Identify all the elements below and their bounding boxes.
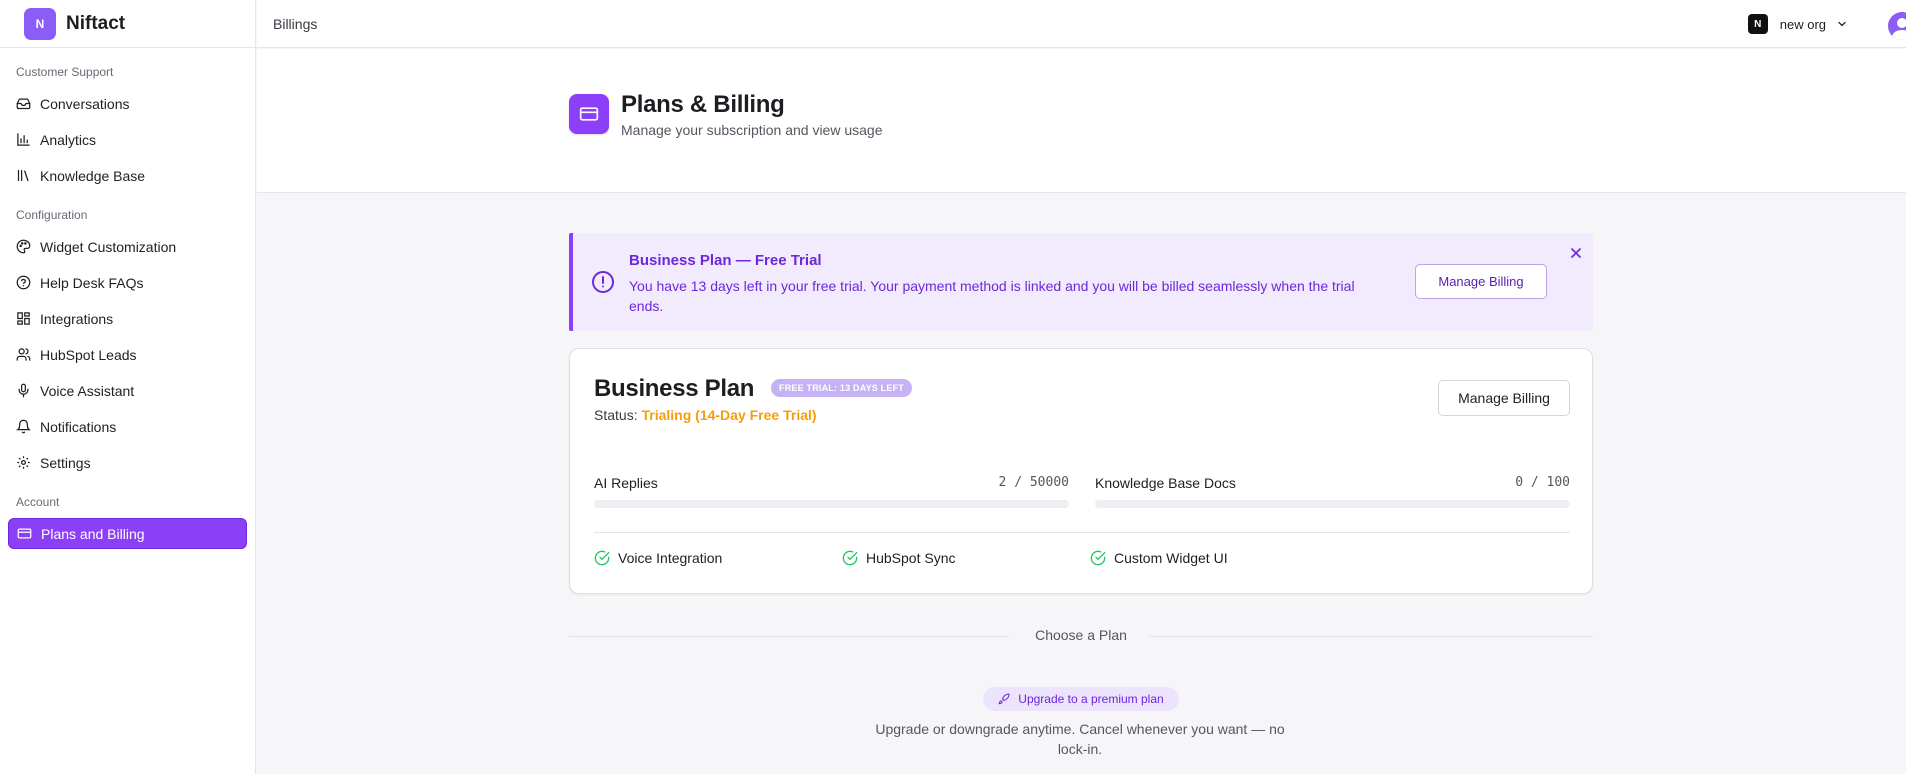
sidebar-item-knowledge-base[interactable]: Knowledge Base [8, 160, 247, 191]
check-circle-icon [842, 550, 858, 566]
page-subtitle: Manage your subscription and view usage [621, 122, 883, 138]
sidebar-item-label: Conversations [40, 95, 130, 112]
usage-count: 2 / 50000 [998, 475, 1069, 490]
users-icon [16, 347, 31, 362]
page-header: Plans & Billing Manage your subscription… [257, 49, 1906, 193]
sidebar-item-voice-assistant[interactable]: Voice Assistant [8, 375, 247, 406]
usage-progress-bar [1095, 500, 1570, 508]
gear-icon [16, 455, 31, 470]
manage-billing-button[interactable]: Manage Billing [1438, 380, 1570, 416]
sidebar-item-label: Widget Customization [40, 238, 177, 255]
plan-card: Business Plan FREE TRIAL: 13 DAYS LEFT S… [569, 348, 1593, 594]
credit-card-icon [17, 526, 32, 541]
upgrade-badge-label: Upgrade to a premium plan [1018, 692, 1164, 706]
sidebar-item-label: HubSpot Leads [40, 346, 137, 363]
app-name: Niftact [66, 12, 126, 34]
palette-icon [16, 239, 31, 254]
divider-line [1149, 636, 1593, 637]
bar-chart-icon [16, 132, 31, 147]
grid-icon [16, 311, 31, 326]
upgrade-description: Upgrade or downgrade anytime. Cancel whe… [875, 721, 1285, 757]
status-value: Trialing (14-Day Free Trial) [641, 407, 817, 423]
status-label: Status: [594, 407, 638, 423]
sidebar-item-label: Notifications [40, 418, 117, 435]
usage-ai-replies: AI Replies 2 / 50000 [594, 475, 1069, 508]
org-switcher[interactable]: N new org [1747, 14, 1848, 34]
feature-hubspot-sync: HubSpot Sync [842, 550, 956, 566]
status-badge: FREE TRIAL: 13 DAYS LEFT [771, 379, 912, 397]
page-title: Plans & Billing [621, 91, 785, 118]
manage-billing-button[interactable]: Manage Billing [1415, 264, 1547, 299]
choose-plan-divider: Choose a Plan [569, 627, 1593, 644]
sidebar-item-label: Help Desk FAQs [40, 274, 144, 291]
divider [594, 532, 1570, 533]
sidebar-item-notifications[interactable]: Notifications [8, 411, 247, 442]
sidebar-item-analytics[interactable]: Analytics [8, 124, 247, 155]
alert-circle-icon [592, 271, 614, 293]
help-circle-icon [16, 275, 31, 290]
breadcrumb: Billings [273, 15, 318, 32]
feature-voice-integration: Voice Integration [594, 550, 722, 566]
sidebar-item-label: Knowledge Base [40, 167, 146, 184]
feature-label: Voice Integration [618, 550, 723, 566]
plan-name: Business Plan [594, 375, 755, 402]
sidebar-item-widget-customization[interactable]: Widget Customization [8, 231, 247, 262]
feature-label: Custom Widget UI [1114, 550, 1228, 566]
plan-status: Status: Trialing (14-Day Free Trial) [594, 407, 817, 423]
brand[interactable]: N Niftact [0, 0, 255, 48]
credit-card-icon [569, 94, 609, 134]
rocket-icon [999, 693, 1010, 705]
banner-title: Business Plan — Free Trial [629, 252, 822, 269]
usage-progress-bar [594, 500, 1069, 508]
topbar: Billings N new org [257, 0, 1906, 48]
usage-label: Knowledge Base Docs [1095, 475, 1236, 491]
trial-banner: Business Plan — Free Trial You have 13 d… [569, 233, 1593, 331]
sidebar-item-hubspot-leads[interactable]: HubSpot Leads [8, 339, 247, 370]
chevron-down-icon [1838, 21, 1846, 27]
usage-count: 0 / 100 [1515, 475, 1570, 490]
library-icon [16, 168, 31, 183]
usage-knowledge-base-docs: Knowledge Base Docs 0 / 100 [1095, 475, 1570, 508]
avatar[interactable] [1888, 12, 1906, 40]
section-label: Configuration [16, 208, 88, 222]
check-circle-icon [1090, 550, 1106, 566]
sidebar-item-conversations[interactable]: Conversations [8, 88, 247, 119]
sidebar-item-label: Plans and Billing [41, 525, 145, 542]
sidebar-item-label: Analytics [40, 131, 97, 148]
sidebar-item-integrations[interactable]: Integrations [8, 303, 247, 334]
org-icon: N [1747, 14, 1768, 34]
close-icon[interactable] [1568, 245, 1584, 261]
nav-section-configuration: Configuration Widget Customization Help … [0, 205, 255, 478]
sidebar-item-help-desk-faqs[interactable]: Help Desk FAQs [8, 267, 247, 298]
org-name: new org [1779, 16, 1826, 32]
upgrade-badge: Upgrade to a premium plan [983, 687, 1179, 711]
sidebar-item-label: Settings [40, 454, 91, 471]
check-circle-icon [594, 550, 610, 566]
bell-icon [16, 419, 31, 434]
section-label: Customer Support [16, 65, 114, 79]
section-heading: Choose a Plan [1035, 627, 1127, 643]
inbox-icon [16, 96, 31, 111]
sidebar-item-plans-and-billing[interactable]: Plans and Billing [8, 518, 247, 549]
feature-custom-widget-ui: Custom Widget UI [1090, 550, 1228, 566]
nav-section-account: Account Plans and Billing [0, 492, 255, 549]
sidebar-item-settings[interactable]: Settings [8, 447, 247, 478]
feature-label: HubSpot Sync [866, 550, 956, 566]
nav-section-customer-support: Customer Support Conversations Analytics… [0, 62, 255, 191]
mic-icon [16, 383, 31, 398]
sidebar-item-label: Voice Assistant [40, 382, 135, 399]
sidebar-item-label: Integrations [40, 310, 114, 327]
section-label: Account [16, 495, 60, 509]
banner-text: You have 13 days left in your free trial… [629, 278, 1355, 314]
sidebar: N Niftact Customer Support Conversations… [0, 0, 256, 774]
app-logo: N [24, 7, 56, 40]
